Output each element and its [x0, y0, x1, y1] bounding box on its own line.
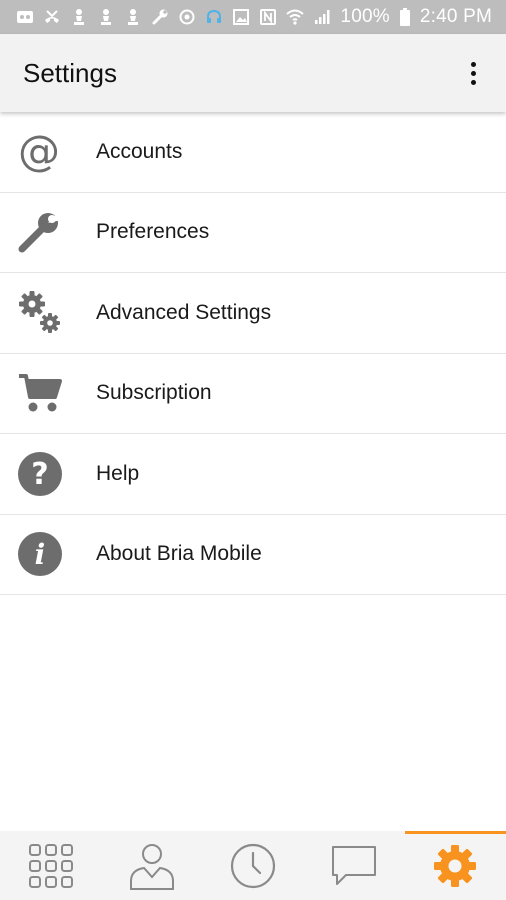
page-title: Settings: [23, 57, 117, 88]
settings-item-preferences[interactable]: Preferences: [0, 192, 506, 273]
wrench-icon: [18, 212, 61, 253]
at-sign-icon: @: [18, 130, 60, 174]
settings-item-label: Accounts: [96, 139, 183, 163]
settings-gear-icon: [434, 844, 477, 887]
gears-icon: [19, 290, 60, 333]
notification-icons: [16, 8, 250, 26]
contacts-icon: [129, 843, 174, 890]
status-bar: 100% 2:40 PM: [0, 0, 506, 34]
settings-item-label: Advanced Settings: [96, 300, 272, 324]
chess-pawn-icon: [124, 8, 142, 26]
svg-text:@: @: [18, 130, 60, 174]
app-bar: Settings: [0, 34, 506, 112]
missed-call-icon: [43, 8, 61, 26]
more-vert-icon: [470, 61, 476, 67]
signal-icon: [313, 8, 331, 26]
settings-item-label: Help: [96, 461, 140, 485]
sync-icon: [178, 8, 196, 26]
dialpad-icon: [28, 843, 73, 888]
settings-item-help[interactable]: ? Help: [0, 434, 506, 515]
voicemail-icon: [16, 8, 34, 26]
nfc-icon: [259, 8, 277, 26]
image-icon: [232, 8, 250, 26]
tab-dialpad[interactable]: [0, 831, 101, 900]
chess-pawn-icon: [97, 8, 115, 26]
svg-text:?: ?: [31, 457, 48, 492]
settings-item-advanced-settings[interactable]: Advanced Settings: [0, 273, 506, 354]
history-clock-icon: [230, 843, 276, 888]
battery-icon: [399, 8, 411, 26]
more-options-button[interactable]: [458, 53, 488, 93]
settings-item-label: About Bria Mobile: [96, 542, 262, 566]
cart-icon: [19, 374, 62, 412]
headset-icon: [205, 8, 223, 26]
tab-messages[interactable]: [304, 831, 405, 900]
settings-item-accounts[interactable]: @ Accounts: [0, 112, 506, 193]
tab-contacts[interactable]: [101, 831, 202, 900]
settings-list: @ Accounts Preferences Advanced Settings…: [0, 112, 506, 595]
battery-percent: 100%: [340, 6, 390, 27]
tab-history[interactable]: [202, 831, 303, 900]
clock: 2:40 PM: [419, 6, 492, 27]
wifi-icon: [286, 8, 305, 26]
settings-item-label: Subscription: [96, 381, 212, 405]
info-circle-icon: i: [18, 532, 62, 577]
chess-pawn-icon: [70, 8, 88, 26]
settings-item-about[interactable]: i About Bria Mobile: [0, 514, 506, 595]
settings-item-label: Preferences: [96, 220, 210, 244]
wrench-icon: [151, 8, 169, 26]
settings-item-subscription[interactable]: Subscription: [0, 353, 506, 434]
tab-settings[interactable]: [404, 831, 506, 900]
bottom-nav: [0, 831, 506, 900]
chat-bubble-icon: [332, 845, 377, 885]
question-circle-icon: ?: [18, 451, 62, 496]
system-status-icons: 100% 2:40 PM: [259, 6, 492, 28]
svg-text:i: i: [35, 538, 46, 571]
